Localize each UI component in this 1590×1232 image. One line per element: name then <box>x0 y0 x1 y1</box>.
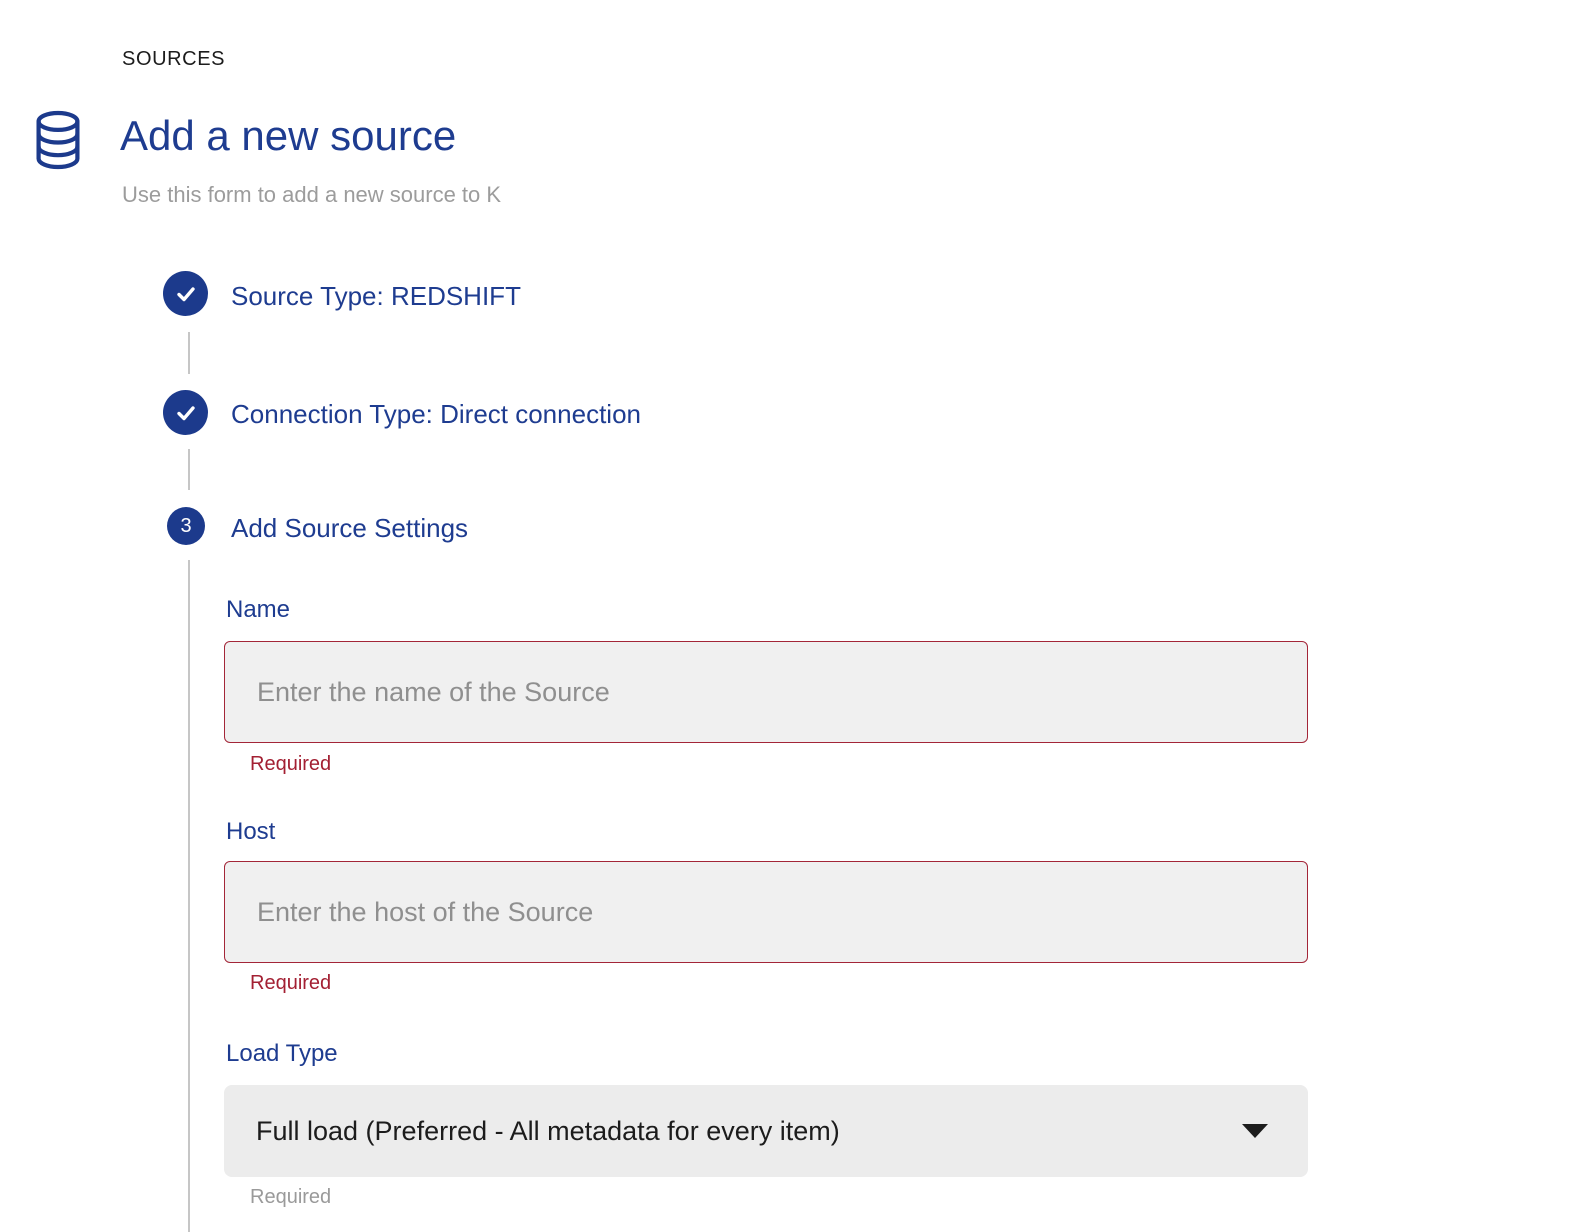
name-required-helper: Required <box>250 753 331 776</box>
load-type-selected-value: Full load (Preferred - All metadata for … <box>256 1116 1226 1147</box>
step-3-label: Add Source Settings <box>231 513 468 544</box>
step-2-completed-indicator[interactable] <box>163 390 208 435</box>
stepper-connector <box>188 560 190 1232</box>
page-subtitle: Use this form to add a new source to K <box>122 182 501 208</box>
database-icon <box>31 109 85 171</box>
name-field-label: Name <box>226 596 290 624</box>
host-input[interactable] <box>224 861 1308 963</box>
stepper-connector <box>188 449 190 490</box>
step-3-number: 3 <box>180 515 191 538</box>
host-field-label: Host <box>226 818 275 846</box>
step-1-completed-indicator[interactable] <box>163 271 208 316</box>
step-3-number-indicator: 3 <box>167 507 205 545</box>
breadcrumb-sources: SOURCES <box>122 48 225 71</box>
load-type-select[interactable]: Full load (Preferred - All metadata for … <box>224 1085 1308 1177</box>
add-source-page: SOURCES Add a new source Use this form t… <box>0 0 1590 1232</box>
step-1-label[interactable]: Source Type: REDSHIFT <box>231 281 521 312</box>
load-type-field-label: Load Type <box>226 1040 338 1068</box>
check-icon <box>174 282 198 306</box>
step-2-label[interactable]: Connection Type: Direct connection <box>231 399 641 430</box>
page-title: Add a new source <box>120 112 456 160</box>
name-input[interactable] <box>224 641 1308 743</box>
host-required-helper: Required <box>250 972 331 995</box>
load-type-required-helper: Required <box>250 1186 331 1209</box>
caret-down-icon <box>1242 1124 1268 1138</box>
stepper-connector <box>188 332 190 374</box>
check-icon <box>174 401 198 425</box>
